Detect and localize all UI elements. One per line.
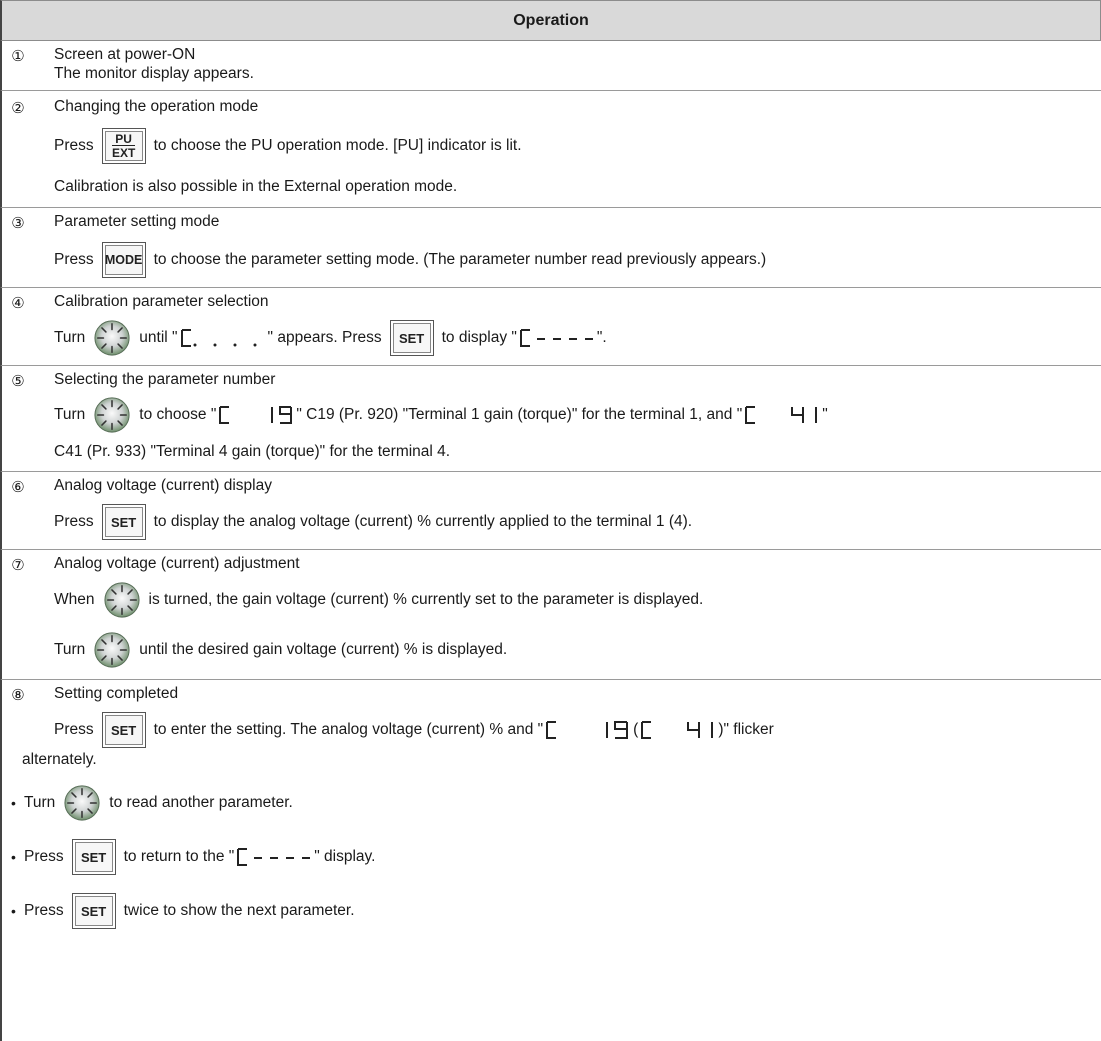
setting-dial-icon xyxy=(63,784,101,822)
step-text: to display " xyxy=(441,329,517,346)
setting-dial-icon xyxy=(93,396,131,434)
set-key-icon: SET xyxy=(101,504,146,540)
step-text: until " xyxy=(139,329,178,346)
step-number: ② xyxy=(11,100,25,117)
step-text: alternately. xyxy=(22,751,97,768)
step-text: to choose " xyxy=(139,406,217,423)
lcd-c41-display-icon xyxy=(641,721,714,739)
list-item: • Press SET to return to the " " display… xyxy=(2,836,1101,878)
lcd-c19-display-icon xyxy=(219,406,293,424)
step-text: " xyxy=(822,406,828,423)
step-text: until the desired gain voltage (current)… xyxy=(139,641,508,658)
step-text: to enter the setting. The analog voltage… xyxy=(153,721,544,738)
step-number: ⑦ xyxy=(11,557,25,574)
list-item: • Turn to read another parameter. xyxy=(2,782,1101,824)
lcd-c-dots-display-icon xyxy=(180,329,257,347)
set-label: SET xyxy=(104,507,143,537)
step-1: ① Screen at power-ON The monitor display… xyxy=(0,41,1101,91)
set-label: SET xyxy=(104,715,143,745)
step-7: ⑦ Analog voltage (current) adjustment Wh… xyxy=(0,550,1101,680)
step-text: twice to show the next parameter. xyxy=(123,902,355,919)
step-text: " C19 (Pr. 920) "Terminal 1 gain (torque… xyxy=(296,406,743,423)
list-item: • Press SET twice to show the next param… xyxy=(2,890,1101,932)
step-title: Changing the operation mode xyxy=(54,98,259,115)
step-text: C41 (Pr. 933) "Terminal 4 gain (torque)"… xyxy=(54,443,451,460)
ext-label: EXT xyxy=(111,145,136,160)
pu-label: PU xyxy=(115,132,132,146)
step-title: Setting completed xyxy=(54,685,179,702)
bullet: • xyxy=(11,903,16,919)
step-title: Parameter setting mode xyxy=(54,213,220,230)
step-text: Turn xyxy=(24,794,56,811)
step-title: Calibration parameter selection xyxy=(54,293,269,310)
lcd-c41-display-icon xyxy=(745,406,818,424)
step-text: is turned, the gain voltage (current) % … xyxy=(148,591,704,608)
setting-dial-icon xyxy=(93,319,131,357)
step-text: to choose the parameter setting mode. (T… xyxy=(153,251,767,268)
header-title: Operation xyxy=(513,11,589,29)
step-5: ⑤ Selecting the parameter number Turn to… xyxy=(0,366,1101,472)
step-text: When xyxy=(54,591,95,608)
lcd-c19-display-icon xyxy=(546,721,629,739)
mode-label: MODE xyxy=(104,245,143,275)
step-number: ④ xyxy=(11,295,25,312)
step-3: ③ Parameter setting mode Press MODE to c… xyxy=(0,208,1101,288)
step-text: ". xyxy=(596,329,607,346)
bullet: • xyxy=(11,795,16,811)
step-number: ⑥ xyxy=(11,479,25,496)
step-number: ① xyxy=(11,48,25,65)
step-text: The monitor display appears. xyxy=(54,65,254,82)
setting-dial-icon xyxy=(103,581,141,619)
step-text: Press xyxy=(24,848,64,865)
step-text: to return to the " xyxy=(123,848,235,865)
step-2: ② Changing the operation mode Press PU EX… xyxy=(0,91,1101,208)
step-title: Analog voltage (current) adjustment xyxy=(54,555,300,572)
table-header: Operation xyxy=(0,0,1101,41)
step-number: ⑧ xyxy=(11,687,25,704)
step-text: Press xyxy=(54,721,94,738)
step-text: to read another parameter. xyxy=(109,794,293,811)
step-number: ⑤ xyxy=(11,373,25,390)
setting-dial-icon xyxy=(93,631,131,669)
step-text: Turn xyxy=(54,406,86,423)
operation-table: Operation ① Screen at power-ON The monit… xyxy=(0,0,1101,1041)
step-number: ③ xyxy=(11,215,25,232)
step-8: ⑧ Setting completed Press SET to enter t… xyxy=(0,680,1101,1041)
step-text: Press xyxy=(54,251,94,268)
step-text: to display the analog voltage (current) … xyxy=(153,513,693,530)
set-key-icon: SET xyxy=(71,839,116,875)
set-label: SET xyxy=(74,896,113,926)
set-key-icon: SET xyxy=(71,893,116,929)
step-text: to choose the PU operation mode. [PU] in… xyxy=(153,137,522,154)
step-text: Press xyxy=(54,137,94,154)
step-text: " display. xyxy=(314,848,376,865)
set-key-icon: SET xyxy=(101,712,146,748)
step-title: Analog voltage (current) display xyxy=(54,477,272,494)
set-label: SET xyxy=(74,842,113,872)
step-text: )" flicker xyxy=(718,721,774,738)
step-text: Press xyxy=(54,513,94,530)
lcd-c-dashes-display-icon xyxy=(519,329,593,347)
step-text: Turn xyxy=(54,329,86,346)
mode-key-icon: MODE xyxy=(101,242,146,278)
step-4: ④ Calibration parameter selection Turn u… xyxy=(0,288,1101,366)
step-title: Screen at power-ON xyxy=(54,46,196,63)
set-label: SET xyxy=(392,323,431,353)
step-text: Calibration is also possible in the Exte… xyxy=(54,178,458,195)
step-text: Press xyxy=(24,902,64,919)
step-6: ⑥ Analog voltage (current) display Press… xyxy=(0,472,1101,550)
bullet: • xyxy=(11,849,16,865)
step-title: Selecting the parameter number xyxy=(54,371,276,388)
lcd-c-dashes-display-icon xyxy=(237,848,311,866)
step-text: " appears. Press xyxy=(267,329,382,346)
pu-ext-key-icon: PU EXT xyxy=(101,128,146,164)
step-text: Turn xyxy=(54,641,86,658)
set-key-icon: SET xyxy=(389,320,434,356)
